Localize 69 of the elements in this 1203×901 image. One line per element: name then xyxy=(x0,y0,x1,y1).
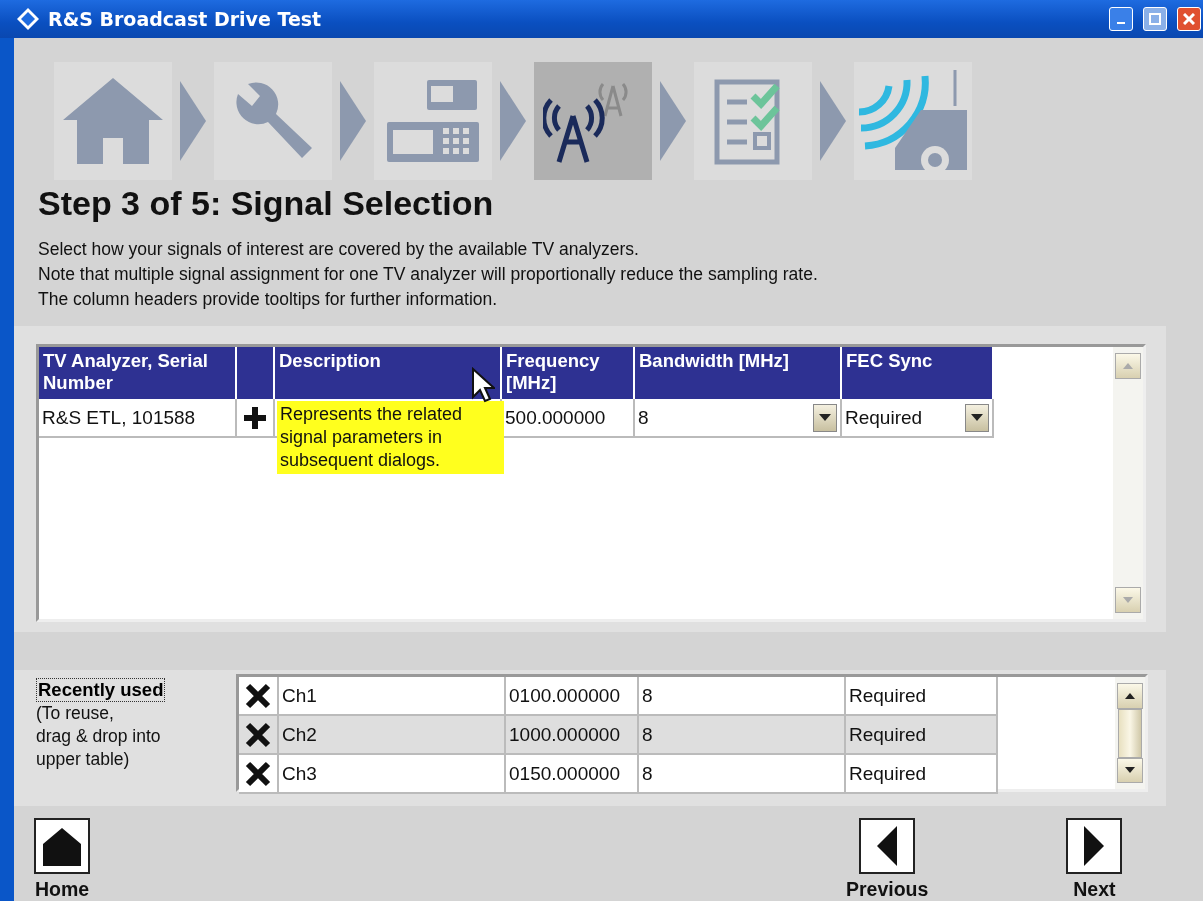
caret-icon xyxy=(819,414,831,421)
caret-icon xyxy=(971,414,983,421)
recently-used-label: Recently used xyxy=(36,678,166,702)
tooltip: Represents the related signal parameters in subsequent dialogs. xyxy=(277,401,504,474)
column-header[interactable]: FEC Sync xyxy=(842,347,994,399)
intro-text: Select how your signals of interest are covered by the available TV analyzers. xyxy=(38,238,640,261)
intro-text: The column headers provide tooltips for further information. xyxy=(38,288,499,311)
delete-icon[interactable] xyxy=(245,682,271,709)
table-cell: Required xyxy=(846,755,998,792)
table-cell: R&S ETL, 101588 xyxy=(39,399,237,436)
recent-row[interactable]: Ch3 0150.000000 8 Required xyxy=(239,755,998,794)
column-header[interactable]: Frequency [MHz] xyxy=(502,347,635,399)
chevron-icon xyxy=(340,81,366,161)
table-cell: Required xyxy=(846,716,998,753)
hint-text: (To reuse, xyxy=(36,702,115,725)
close-button[interactable] xyxy=(1177,7,1201,31)
down-arrow-icon xyxy=(1125,767,1135,774)
nav-button[interactable]: Previous xyxy=(846,818,929,901)
right-triangle-icon xyxy=(1082,826,1107,866)
table-cell: Ch1 xyxy=(279,677,506,714)
step-tile[interactable] xyxy=(854,62,972,180)
column-header[interactable]: Description xyxy=(275,347,502,399)
hint-text: upper table) xyxy=(36,748,131,771)
minimize-button[interactable] xyxy=(1109,7,1133,31)
chevron-icon xyxy=(180,81,206,161)
minimize-icon xyxy=(1117,22,1125,24)
column-header[interactable]: Bandwidth [MHz] xyxy=(635,347,842,399)
delete-icon[interactable] xyxy=(245,721,271,748)
table-cell: 8 xyxy=(639,677,846,714)
close-icon xyxy=(1183,13,1195,25)
step-heading: Step 3 of 5: Signal Selection xyxy=(38,184,495,223)
chevron-icon xyxy=(660,81,686,161)
step-tile[interactable] xyxy=(374,62,492,180)
table-cell: 0100.000000 xyxy=(506,677,639,714)
recent-row[interactable]: Ch2 1000.000000 8 Required xyxy=(239,716,998,755)
up-arrow-icon xyxy=(1125,692,1135,699)
table-cell: 0150.000000 xyxy=(506,755,639,792)
table-cell: 1000.000000 xyxy=(506,716,639,753)
step-tile[interactable] xyxy=(54,62,172,180)
step-tile[interactable] xyxy=(214,62,332,180)
column-header[interactable] xyxy=(237,347,275,399)
table-cell: 8 xyxy=(639,755,846,792)
delete-icon[interactable] xyxy=(245,760,271,787)
scrollbar[interactable] xyxy=(1115,677,1145,789)
table-cell: Required xyxy=(846,677,998,714)
house-icon xyxy=(41,826,83,866)
bandwidth-dropdown[interactable]: 8 xyxy=(635,399,842,436)
chevron-icon xyxy=(500,81,526,161)
chevron-icon xyxy=(820,81,846,161)
maximize-button[interactable] xyxy=(1143,7,1167,31)
plus-icon[interactable] xyxy=(244,406,266,429)
logo-icon xyxy=(16,7,40,31)
step-tile[interactable] xyxy=(694,62,812,180)
table-cell: 8 xyxy=(639,716,846,753)
intro-text: Note that multiple signal assignment for one TV analyzer will proportionally reduce the sampling rate. xyxy=(38,263,819,286)
window-title: R&S Broadcast Drive Test xyxy=(48,8,323,30)
scrollbar[interactable] xyxy=(1113,347,1143,619)
column-header[interactable]: TV Analyzer, Serial Number xyxy=(39,347,237,399)
step-tile[interactable] xyxy=(534,62,652,180)
recent-row[interactable]: Ch1 0100.000000 8 Required xyxy=(239,677,998,716)
up-arrow-icon xyxy=(1123,363,1133,369)
house-icon xyxy=(61,76,165,166)
maximize-icon xyxy=(1149,13,1161,25)
table-cell: Ch2 xyxy=(279,716,506,753)
table-cell: Ch3 xyxy=(279,755,506,792)
fec-sync-dropdown[interactable]: Required xyxy=(842,399,994,436)
hint-text: drag & drop into xyxy=(36,725,162,748)
left-triangle-icon xyxy=(875,826,900,866)
down-arrow-icon xyxy=(1123,597,1133,603)
